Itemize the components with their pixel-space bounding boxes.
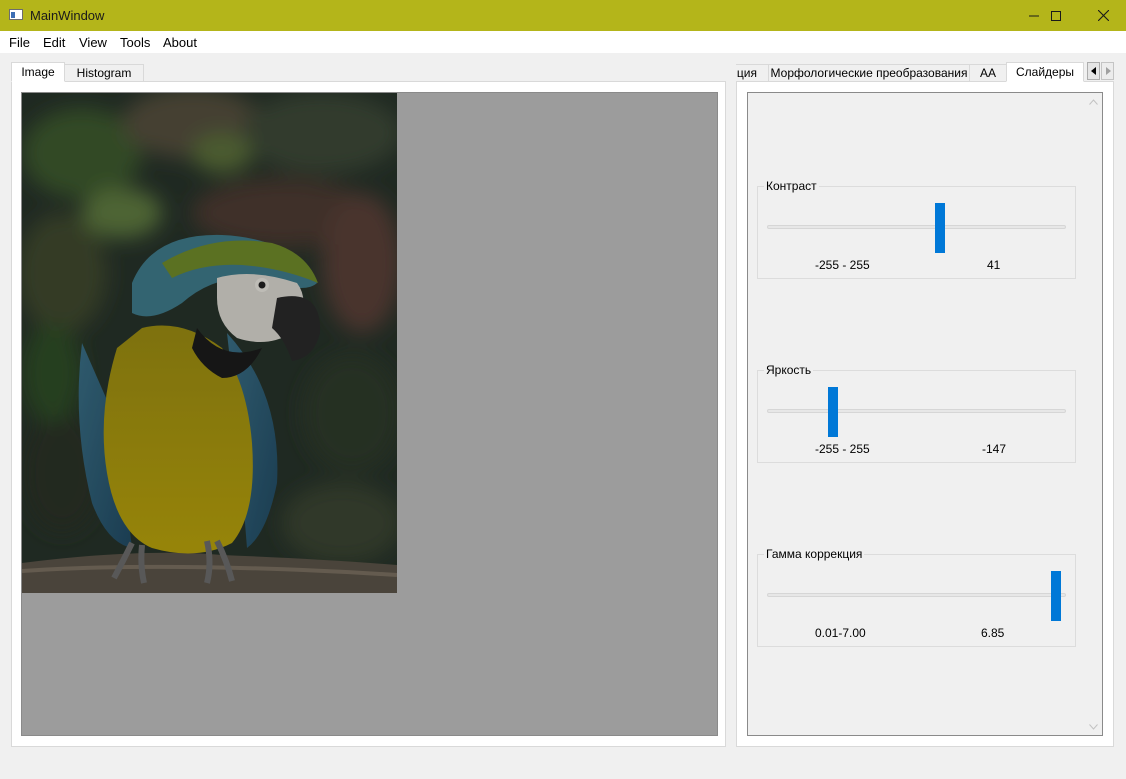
gamma-value-label: 6.85	[981, 626, 1005, 640]
brightness-group-title: Яркость	[764, 363, 814, 377]
brightness-slider-handle[interactable]	[828, 387, 838, 437]
vertical-scrollbar[interactable]	[1085, 93, 1102, 735]
menu-file[interactable]: File	[9, 35, 30, 50]
parrot-image	[22, 93, 397, 593]
menu-tools[interactable]: Tools	[120, 35, 150, 50]
menu-view[interactable]: View	[79, 35, 107, 50]
window-title: MainWindow	[30, 8, 105, 23]
gamma-slider-handle[interactable]	[1051, 571, 1061, 621]
brightness-group: Яркость -255 - 255 -147	[757, 363, 1076, 463]
tab-image[interactable]: Image	[11, 62, 65, 82]
tab-histogram[interactable]: Histogram	[64, 64, 144, 82]
tab-scroll-left-button[interactable]	[1087, 62, 1100, 80]
menu-about[interactable]: About	[163, 35, 197, 50]
gamma-group: Гамма коррекция 0.01-7.00 6.85	[757, 547, 1076, 647]
gamma-group-title: Гамма коррекция	[764, 547, 865, 561]
menu-edit[interactable]: Edit	[43, 35, 65, 50]
brightness-slider-groove[interactable]	[767, 409, 1066, 413]
gamma-slider-groove[interactable]	[767, 593, 1066, 597]
chevron-left-icon	[1090, 67, 1096, 75]
chevron-down-icon	[1089, 723, 1098, 730]
contrast-range-label: -255 - 255	[815, 258, 870, 272]
parrot-image-graphic	[22, 93, 397, 593]
brightness-value-label: -147	[982, 442, 1007, 456]
contrast-group-title: Контраст	[764, 179, 819, 193]
chevron-right-icon	[1105, 67, 1111, 75]
close-button[interactable]	[1080, 0, 1126, 31]
tab-correction-partial[interactable]: …ция	[736, 64, 769, 82]
close-icon	[1097, 10, 1109, 21]
status-bar	[0, 757, 1126, 779]
menu-bar: File Edit View Tools About	[0, 31, 1126, 53]
scroll-up-button[interactable]	[1085, 93, 1102, 110]
contrast-slider-groove[interactable]	[767, 225, 1066, 229]
right-tab-bar: …ция Морфологические преобразования AA С…	[736, 62, 1084, 82]
scroll-down-button[interactable]	[1085, 718, 1102, 735]
app-window-icon	[9, 9, 23, 20]
tab-aa[interactable]: AA	[969, 64, 1007, 82]
title-bar: MainWindow	[0, 0, 1126, 31]
tab-morphological-transforms[interactable]: Морфологические преобразования	[768, 64, 970, 82]
contrast-group: Контраст -255 - 255 41	[757, 179, 1076, 279]
tab-sliders[interactable]: Слайдеры	[1006, 62, 1084, 82]
gamma-range-label: 0.01-7.00	[815, 626, 866, 640]
chevron-up-icon	[1089, 98, 1098, 105]
tab-scroll-right-button[interactable]	[1101, 62, 1114, 80]
maximize-button[interactable]	[1033, 0, 1079, 31]
contrast-slider-handle[interactable]	[935, 203, 945, 253]
maximize-icon	[1051, 10, 1061, 21]
brightness-range-label: -255 - 255	[815, 442, 870, 456]
contrast-value-label: 41	[987, 258, 1001, 272]
